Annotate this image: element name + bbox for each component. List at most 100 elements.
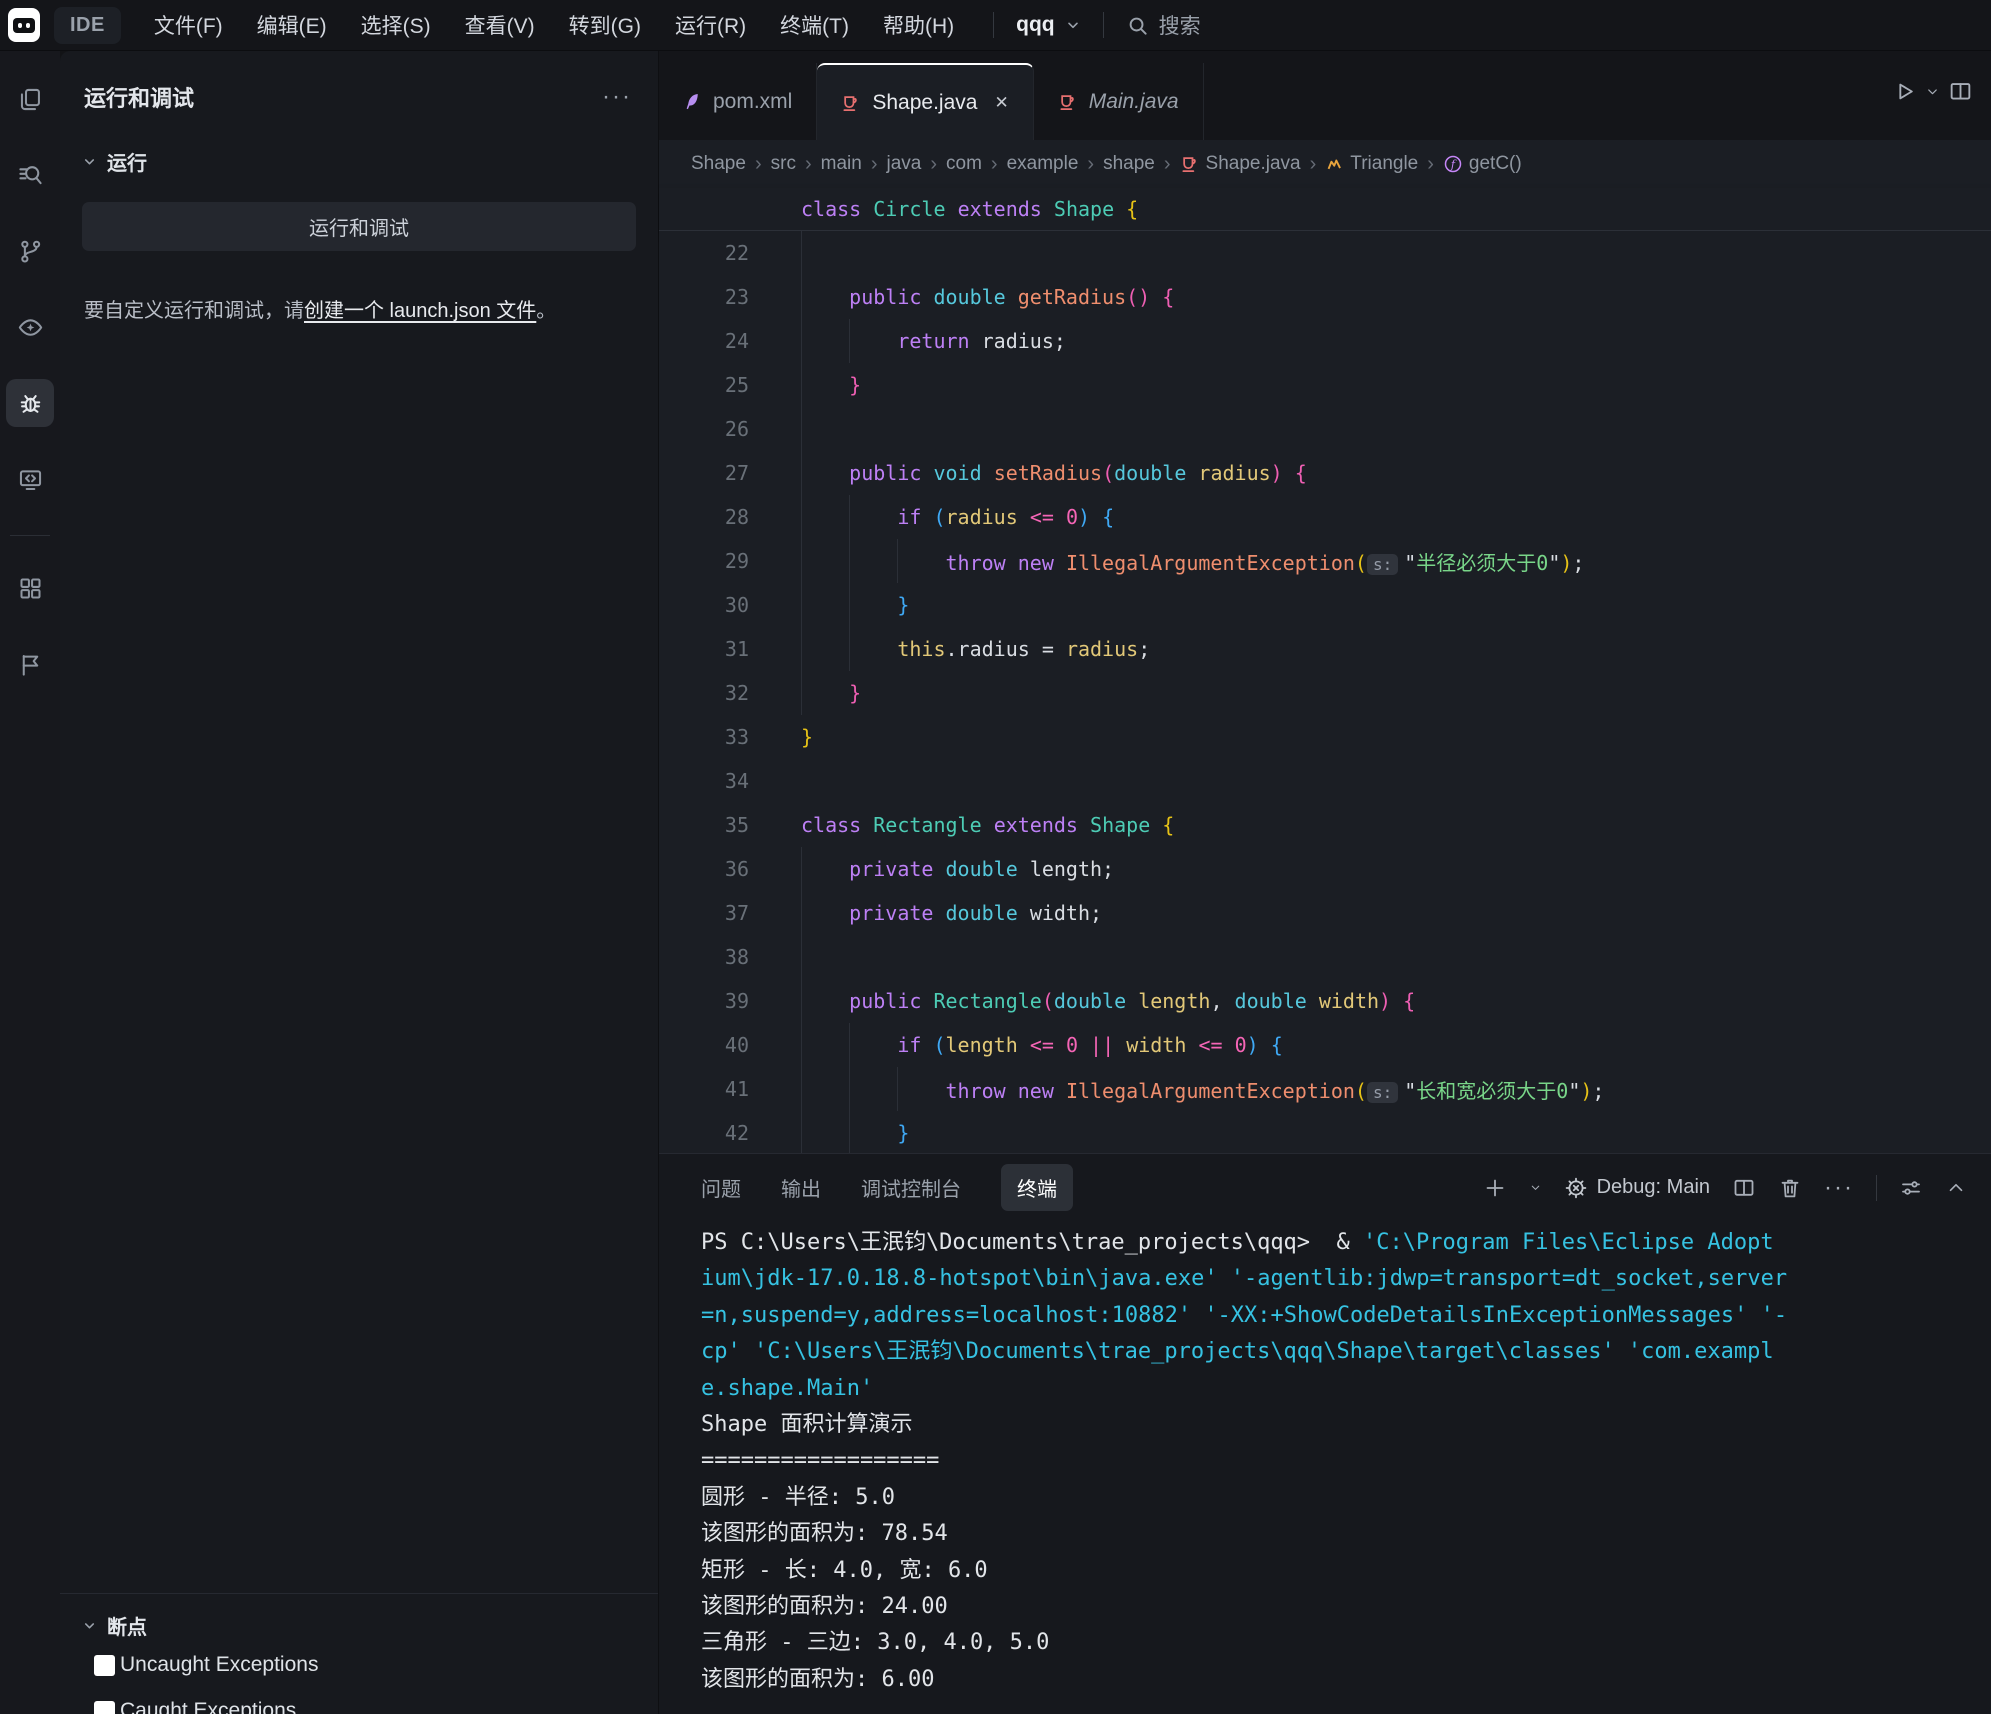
terminal-text: 矩形 - 长: 4.0, 宽: 6.0 [701,1558,988,1583]
breakpoint-checkbox[interactable] [94,1701,115,1714]
code-line-23[interactable]: 23 public double getRadius() { [659,275,1991,319]
project-switcher[interactable]: qqq [1016,13,1080,37]
panel-tab-终端[interactable]: 终端 [1001,1164,1073,1211]
activity-flag-icon[interactable] [6,640,54,688]
java-icon [1058,92,1078,112]
breadcrumb-label: java [886,153,921,175]
panel-tab-问题[interactable]: 问题 [701,1173,741,1202]
breadcrumb-item-example[interactable]: example [1007,153,1079,175]
close-icon[interactable]: ✕ [994,93,1008,113]
code-line-40[interactable]: 40 if (length <= 0 || width <= 0) { [659,1023,1991,1067]
code-line-25[interactable]: 25 } [659,363,1991,407]
code-token [921,1033,933,1057]
code-line-42[interactable]: 42 } [659,1111,1991,1153]
breadcrumb-separator: › [991,153,998,176]
code-line-22[interactable]: 22 [659,231,1991,275]
activity-remote-code-icon[interactable] [6,455,54,503]
code-token: " [1404,551,1416,575]
plus-icon[interactable] [1483,1176,1507,1200]
code-line-32[interactable]: 32 } [659,671,1991,715]
menu-item-2[interactable]: 选择(S) [344,2,448,48]
breadcrumb-item-main[interactable]: main [821,153,862,175]
split-panel-icon[interactable] [1732,1176,1756,1200]
panel-tab-调试控制台[interactable]: 调试控制台 [861,1173,961,1202]
code-line-24[interactable]: 24 return radius; [659,319,1991,363]
code-token: public [849,461,921,485]
code-line-41[interactable]: 41 throw new IllegalArgumentException(s:… [659,1067,1991,1111]
code-line-28[interactable]: 28 if (radius <= 0) { [659,495,1991,539]
code-line-31[interactable]: 31 this.radius = radius; [659,627,1991,671]
menu-item-0[interactable]: 文件(F) [137,2,240,48]
app-menu-ide[interactable]: IDE [54,7,121,44]
code-token: IllegalArgumentException [1066,551,1355,575]
activity-ai-eye-icon[interactable] [6,303,54,351]
sidebar-more-actions-icon[interactable]: ··· [602,92,632,102]
activity-search-icon[interactable] [6,151,54,199]
trash-icon[interactable] [1778,1176,1802,1200]
chevron-down-icon[interactable] [1925,84,1940,99]
run-section-header[interactable]: 运行 [60,113,658,176]
code-token [933,901,945,925]
code-line-36[interactable]: 36 private double length; [659,847,1991,891]
code-token: void [933,461,981,485]
code-line-34[interactable]: 34 [659,759,1991,803]
terminal-output[interactable]: PS C:\Users\王泯钧\Documents\trae_projects\… [659,1221,1991,1714]
line-content: this.radius = radius; [749,637,1150,661]
activity-debug-icon[interactable] [6,379,54,427]
breakpoints-header[interactable]: 断点 [60,1594,658,1642]
code-line-39[interactable]: 39 public Rectangle(double length, doubl… [659,979,1991,1023]
editor-tab-Main.java[interactable]: Main.java [1034,63,1204,140]
more-icon[interactable]: ··· [1824,1174,1854,1202]
menu-item-4[interactable]: 转到(G) [552,2,658,48]
menu-item-3[interactable]: 查看(V) [448,2,552,48]
code-line-37[interactable]: 37 private double width; [659,891,1991,935]
terminal-text: ================== [701,1448,939,1473]
run-and-debug-button[interactable]: 运行和调试 [82,202,636,251]
menu-item-1[interactable]: 编辑(E) [240,2,344,48]
breadcrumb-item-com[interactable]: com [946,153,982,175]
titlebar-search[interactable]: 搜索 [1126,10,1201,40]
breadcrumb-item-Shape.java[interactable]: Shape.java [1180,153,1301,175]
chevron-up-icon[interactable] [1945,1177,1967,1199]
panel-tab-输出[interactable]: 输出 [781,1173,821,1202]
editor-tab-pom.xml[interactable]: pom.xml [659,63,817,140]
code-line-35[interactable]: 35class Rectangle extends Shape { [659,803,1991,847]
code-token: 半径必须大于0 [1416,551,1548,575]
run-icon[interactable] [1892,79,1917,104]
code-line-29[interactable]: 29 throw new IllegalArgumentException(s:… [659,539,1991,583]
code-token: { [1403,989,1415,1013]
menu-item-5[interactable]: 运行(R) [658,2,763,48]
code-line-30[interactable]: 30 } [659,583,1991,627]
breadcrumb-item-java[interactable]: java [886,153,921,175]
dropdown-chevron-icon[interactable] [1529,1181,1542,1194]
titlebar-divider [1103,12,1104,38]
code-token: } [849,681,861,705]
code-token: ( [1355,551,1367,575]
code-line-38[interactable]: 38 [659,935,1991,979]
activity-source-control-icon[interactable] [6,227,54,275]
breadcrumb-item-src[interactable]: src [771,153,796,175]
code-line-26[interactable]: 26 [659,407,1991,451]
connection-toggle-icon[interactable] [1899,1176,1923,1200]
app-logo-icon[interactable] [8,8,40,42]
code-token: { [1295,461,1307,485]
menu-item-6[interactable]: 终端(T) [763,2,866,48]
create-launch-json-link[interactable]: 创建一个 launch.json 文件 [304,300,536,322]
code-editor[interactable]: 2223 public double getRadius() {24 retur… [659,231,1991,1153]
breadcrumb-item-shape[interactable]: shape [1103,153,1155,175]
code-line-33[interactable]: 33} [659,715,1991,759]
breadcrumb-item-getC()[interactable]: fgetC() [1443,153,1522,175]
method-icon: f [1443,154,1463,174]
editor-tab-Shape.java[interactable]: Shape.java✕ [817,63,1033,140]
line-content: class Rectangle extends Shape { [749,813,1174,837]
menu-item-7[interactable]: 帮助(H) [866,2,971,48]
activity-extensions-icon[interactable] [6,564,54,612]
breadcrumb-item-Triangle[interactable]: Triangle [1325,153,1418,175]
code-token: width; [1030,901,1102,925]
debug-session-chip[interactable]: Debug: Main [1564,1176,1710,1200]
breadcrumb-item-Shape[interactable]: Shape [691,153,746,175]
code-line-27[interactable]: 27 public void setRadius(double radius) … [659,451,1991,495]
split-editor-icon[interactable] [1948,79,1973,104]
breakpoint-checkbox[interactable] [94,1655,115,1676]
activity-files-icon[interactable] [6,75,54,123]
